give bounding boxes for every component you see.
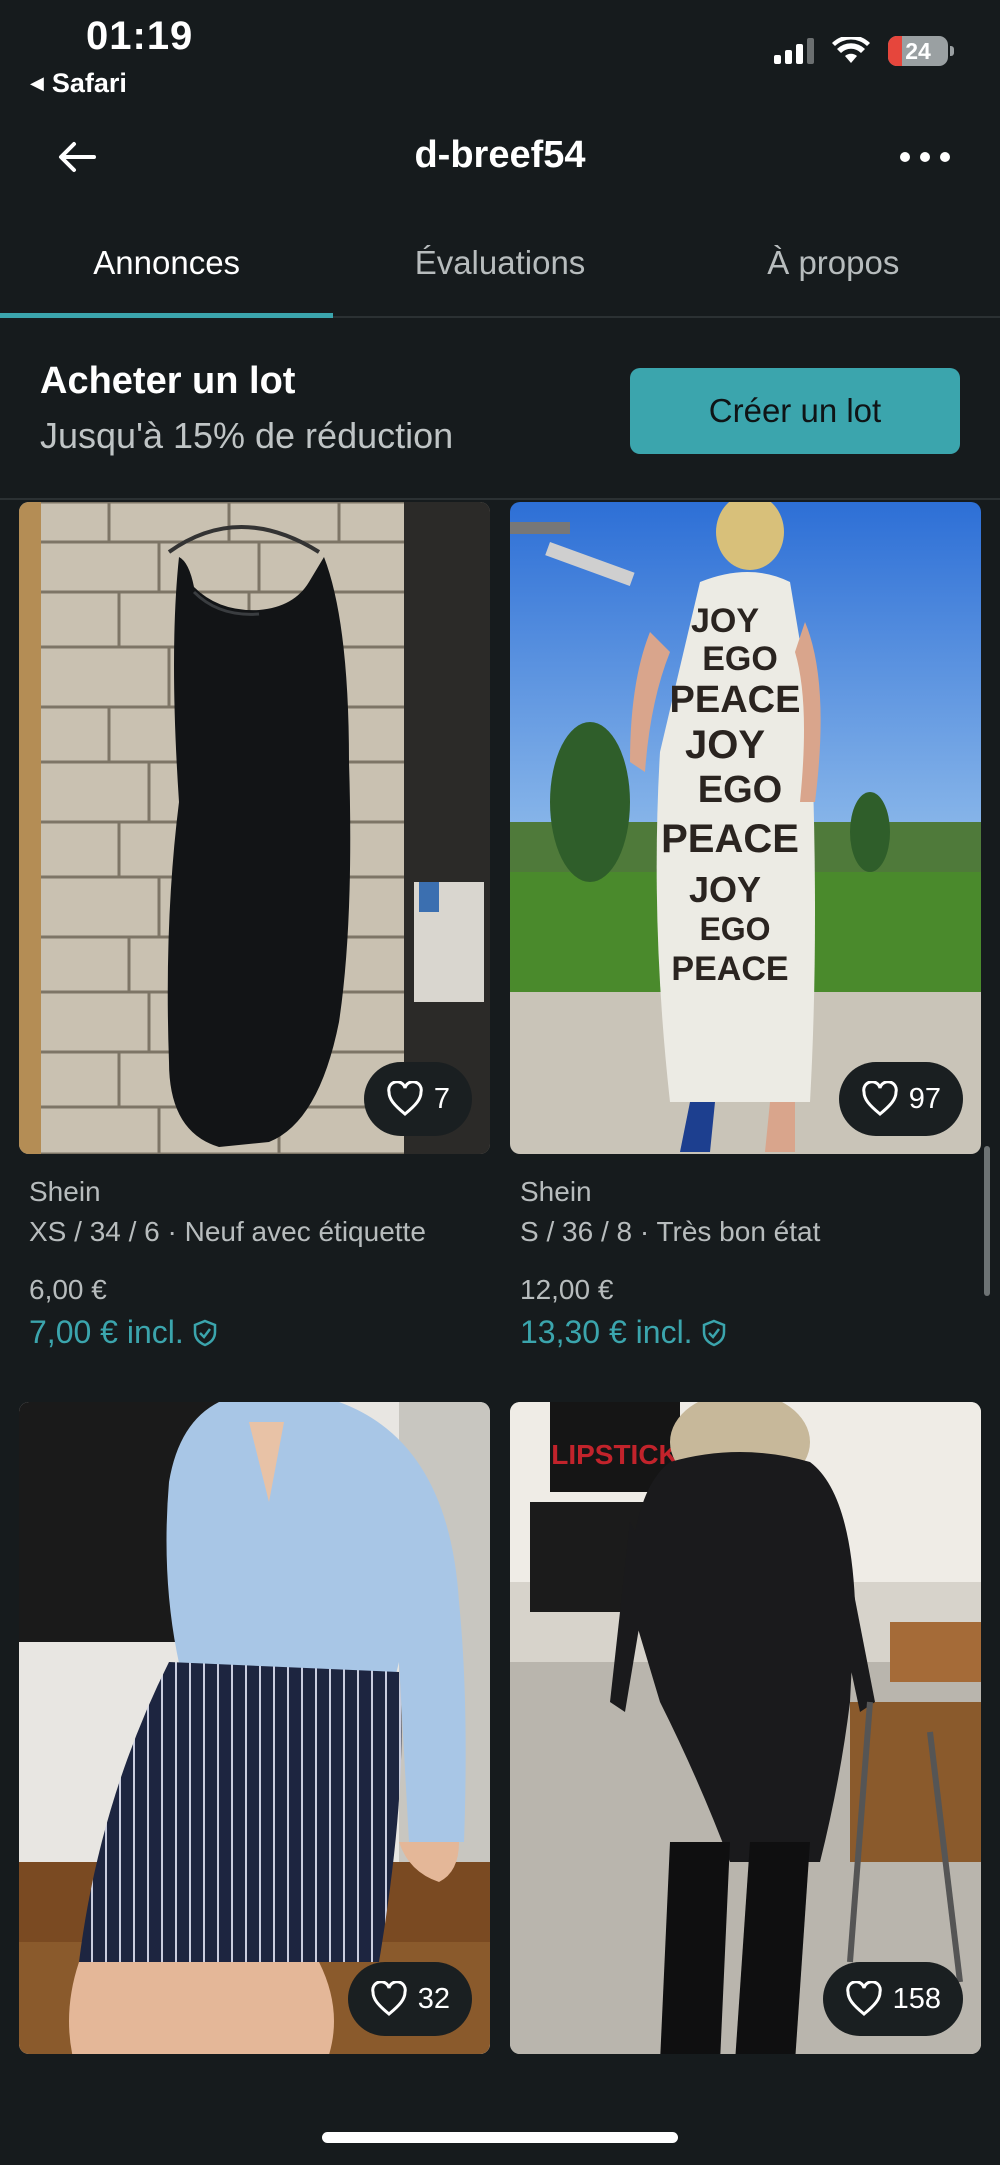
favorite-count: 7 [433,1082,450,1115]
item-meta: Shein S / 36 / 8 · Très bon état 12,00 €… [510,1154,981,1351]
bundle-title: Acheter un lot [40,360,296,402]
print-text: EGO [698,769,782,811]
heart-icon [862,1081,898,1116]
tab-annonces[interactable]: Annonces [0,232,334,318]
favorite-count: 158 [892,1982,941,2015]
item-brand: Shein [520,1176,592,1207]
item-price: 6,00 € [29,1274,107,1305]
print-text: JOY [685,723,765,767]
home-indicator[interactable] [322,2132,678,2143]
create-bundle-button[interactable]: Créer un lot [630,368,960,454]
heart-icon [387,1081,423,1116]
item-card[interactable]: 7 Shein XS / 34 / 6 · Neuf avec étiquett… [19,502,490,1351]
app-screen: 01:19 ◀ Safari 24 d-breef54 Annonces Éva… [0,0,1000,2165]
battery-icon: 24 [888,36,954,66]
item-details: S / 36 / 8 · Très bon état [520,1216,821,1247]
sign-text: LIPSTICK [551,1439,679,1470]
print-text: PEACE [671,950,788,988]
print-text: EGO [702,640,778,678]
favorite-count: 32 [417,1982,450,2015]
nav-bar: d-breef54 [0,110,1000,210]
item-photo[interactable]: 32 [19,1402,490,2054]
item-card[interactable]: LIPSTICK 158 [510,1402,981,2054]
status-bar: 01:19 ◀ Safari 24 [0,0,1000,110]
print-text: EGO [699,911,770,947]
print-text: JOY [689,869,761,910]
favorite-button[interactable]: 97 [838,1062,963,1136]
tab-a-propos[interactable]: À propos [667,232,1000,316]
favorite-button[interactable]: 7 [363,1062,472,1136]
wifi-icon [832,37,870,63]
scrollbar[interactable] [984,1146,990,1296]
item-details: XS / 34 / 6 · Neuf avec étiquette [29,1216,426,1247]
cellular-signal-icon [774,38,814,64]
print-text: PEACE [670,679,801,721]
bundle-subtitle: Jusqu'à 15% de réduction [40,415,454,456]
item-price-incl: 13,30 € incl. [520,1314,971,1351]
bundle-banner: Acheter un lot Jusqu'à 15% de réduction … [0,330,1000,500]
item-card[interactable]: 32 [19,1402,490,2054]
shield-check-icon [193,1319,217,1346]
heart-icon [845,1981,882,2016]
item-meta: Shein XS / 34 / 6 · Neuf avec étiquette … [19,1154,490,1351]
battery-level: 24 [905,37,931,64]
print-text: PEACE [661,817,799,861]
status-time: 01:19 [86,14,194,58]
item-brand: Shein [29,1176,101,1207]
print-text: JOY [691,602,759,640]
item-photo[interactable]: JOY EGO PEACE JOY EGO PEACE JOY EGO PEAC… [510,502,981,1154]
item-price: 12,00 € [520,1274,614,1305]
tab-evaluations[interactable]: Évaluations [333,232,666,316]
heart-icon [371,1981,407,2016]
item-photo[interactable]: LIPSTICK 158 [510,1402,981,2054]
shield-check-icon [702,1319,725,1346]
favorite-button[interactable]: 32 [347,1962,472,2036]
item-price-incl-value: 7,00 € incl. [29,1314,184,1350]
item-card[interactable]: JOY EGO PEACE JOY EGO PEACE JOY EGO PEAC… [510,502,981,1351]
favorite-count: 97 [908,1082,941,1115]
back-triangle-icon: ◀ [30,73,44,93]
profile-tabs: Annonces Évaluations À propos [0,232,1000,318]
item-photo[interactable]: 7 [19,502,490,1154]
more-dots-icon[interactable] [900,152,950,162]
item-price-incl-value: 13,30 € incl. [520,1314,693,1350]
back-app-label: Safari [51,68,127,98]
system-icons: 24 [774,36,954,66]
page-title: d-breef54 [414,134,586,176]
item-price-incl: 7,00 € incl. [29,1314,480,1351]
favorite-button[interactable]: 158 [822,1962,963,2036]
back-to-safari[interactable]: ◀ Safari [30,68,127,99]
